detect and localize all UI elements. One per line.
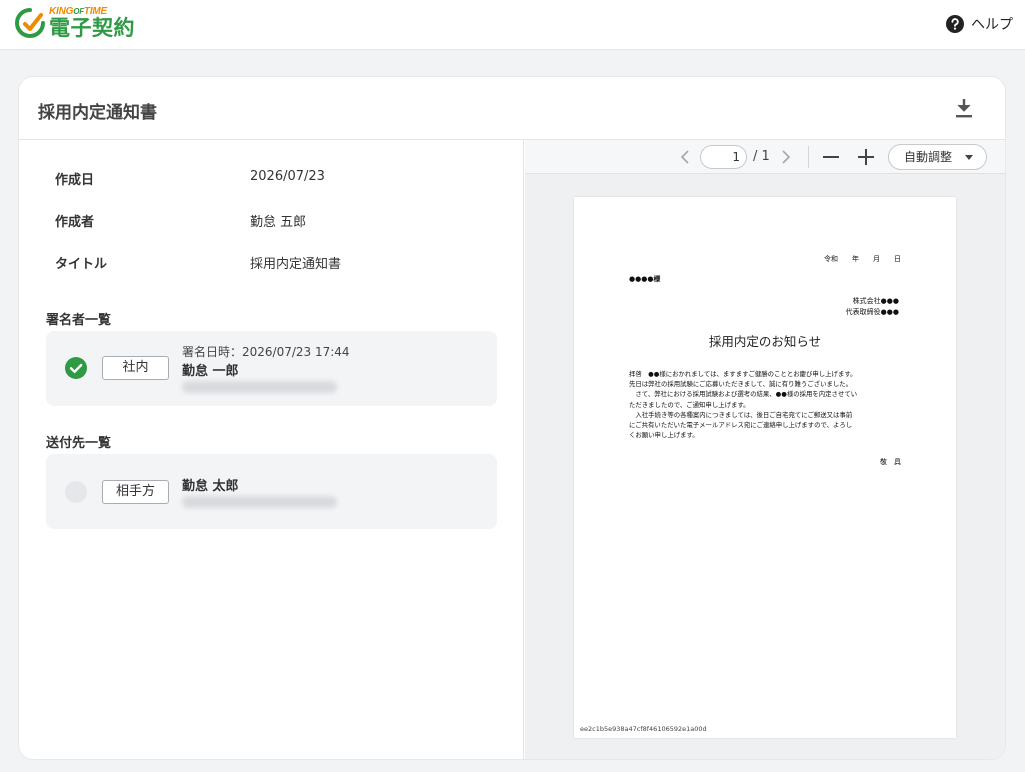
pdf-body-line: くお願い申し上げます。 bbox=[629, 431, 699, 440]
document-title: 採用内定通知書 bbox=[38, 103, 157, 123]
zoom-select[interactable]: 自動調整 bbox=[888, 144, 987, 170]
pdf-heading: 採用内定のお知らせ bbox=[708, 334, 822, 349]
title-value: 採用内定通知書 bbox=[250, 257, 342, 272]
pdf-document-hash: ee2c1b5e938a47cf8f46106592e1a00d bbox=[580, 725, 707, 733]
creator-value: 勤怠 五郎 bbox=[250, 215, 307, 230]
help-icon bbox=[946, 15, 964, 33]
document-card: 採用内定通知書 作成日 2026/07/23 作成者 勤怠 五郎 タイトル 採用… bbox=[19, 77, 1005, 759]
pdf-body-line: 入社手続き等の各種案内につきましては、後日ご自宅宛てにご郵送又は事前 bbox=[629, 410, 853, 419]
pdf-body-line: ただきましたので、ご通知申し上げます。 bbox=[629, 400, 750, 409]
recipient-email-redacted bbox=[182, 496, 337, 508]
zoom-out-icon[interactable] bbox=[822, 149, 840, 165]
help-label: ヘルプ bbox=[971, 17, 1013, 33]
pdf-representative: 代表取締役●●● bbox=[845, 308, 899, 316]
pdf-date-line: 令和 年 月 日 bbox=[824, 255, 901, 263]
pending-status-icon bbox=[65, 481, 87, 503]
prev-page-icon[interactable] bbox=[680, 149, 690, 165]
pdf-viewer: 1 / 1 自動調整 令和 年 月 日 ●●●●様 株式会社●●● 代表取締役● bbox=[525, 140, 1005, 759]
page-total: / 1 bbox=[753, 149, 770, 164]
logo-icon bbox=[15, 8, 45, 38]
role-tag-internal: 社内 bbox=[102, 356, 169, 380]
recipient-name: 勤怠 太郎 bbox=[182, 479, 239, 494]
created-date-value: 2026/07/23 bbox=[250, 169, 325, 184]
app-header: KINGOFTIME 電子契約 ヘルプ bbox=[0, 0, 1025, 50]
logo-brand-of: OF bbox=[73, 7, 84, 16]
pdf-page: 令和 年 月 日 ●●●●様 株式会社●●● 代表取締役●●● 採用内定のお知ら… bbox=[574, 197, 956, 738]
pdf-body-line: 先日は弊社の採用試験にご応募いただきまして、誠に有り難うございました。 bbox=[629, 380, 853, 389]
pdf-closing: 敬 具 bbox=[880, 458, 901, 466]
card-header: 採用内定通知書 bbox=[19, 77, 1005, 140]
creator-label: 作成者 bbox=[55, 215, 95, 230]
role-tag-counterparty: 相手方 bbox=[102, 480, 169, 504]
signed-check-icon bbox=[65, 357, 87, 379]
signer-item: 社内 署名日時：2026/07/23 17:44 勤怠 一郎 bbox=[46, 331, 497, 406]
zoom-select-label: 自動調整 bbox=[904, 150, 953, 164]
viewer-toolbar: 1 / 1 自動調整 bbox=[525, 140, 1005, 174]
logo-product: 電子契約 bbox=[49, 16, 135, 40]
title-label: タイトル bbox=[55, 257, 108, 272]
pdf-recipient: ●●●●様 bbox=[629, 275, 661, 283]
signed-at: 署名日時：2026/07/23 17:44 bbox=[182, 345, 350, 359]
pdf-company: 株式会社●●● bbox=[852, 297, 899, 305]
help-link[interactable]: ヘルプ bbox=[946, 14, 1013, 34]
toolbar-divider bbox=[808, 146, 809, 168]
page-number-input[interactable]: 1 bbox=[700, 145, 747, 169]
zoom-in-icon[interactable] bbox=[857, 148, 875, 166]
signers-section-title: 署名者一覧 bbox=[46, 313, 112, 328]
pdf-body-line: さて、弊社における採用試験および選考の結果、●●様の採用を内定させてい bbox=[629, 390, 858, 399]
pdf-body-line: にご共有いただいた電子メールアドレス宛にご連絡申し上げますので、よろし bbox=[629, 421, 853, 430]
created-date-label: 作成日 bbox=[55, 173, 95, 188]
signer-name: 勤怠 一郎 bbox=[182, 364, 239, 379]
download-icon[interactable] bbox=[953, 96, 975, 120]
logo[interactable]: KINGOFTIME 電子契約 bbox=[13, 6, 135, 40]
next-page-icon[interactable] bbox=[781, 149, 791, 165]
document-details-panel: 作成日 2026/07/23 作成者 勤怠 五郎 タイトル 採用内定通知書 署名… bbox=[19, 140, 524, 759]
chevron-down-icon bbox=[965, 155, 973, 160]
recipient-item: 相手方 勤怠 太郎 bbox=[46, 454, 497, 529]
pdf-body: 拝啓 ●●様におかれましては、ますますご健勝のこととお慶び申し上げます。 先日は… bbox=[629, 369, 903, 440]
signer-email-redacted bbox=[182, 381, 337, 393]
recipients-section-title: 送付先一覧 bbox=[46, 436, 112, 451]
pdf-body-line: 拝啓 ●●様におかれましては、ますますご健勝のこととお慶び申し上げます。 bbox=[629, 370, 857, 378]
